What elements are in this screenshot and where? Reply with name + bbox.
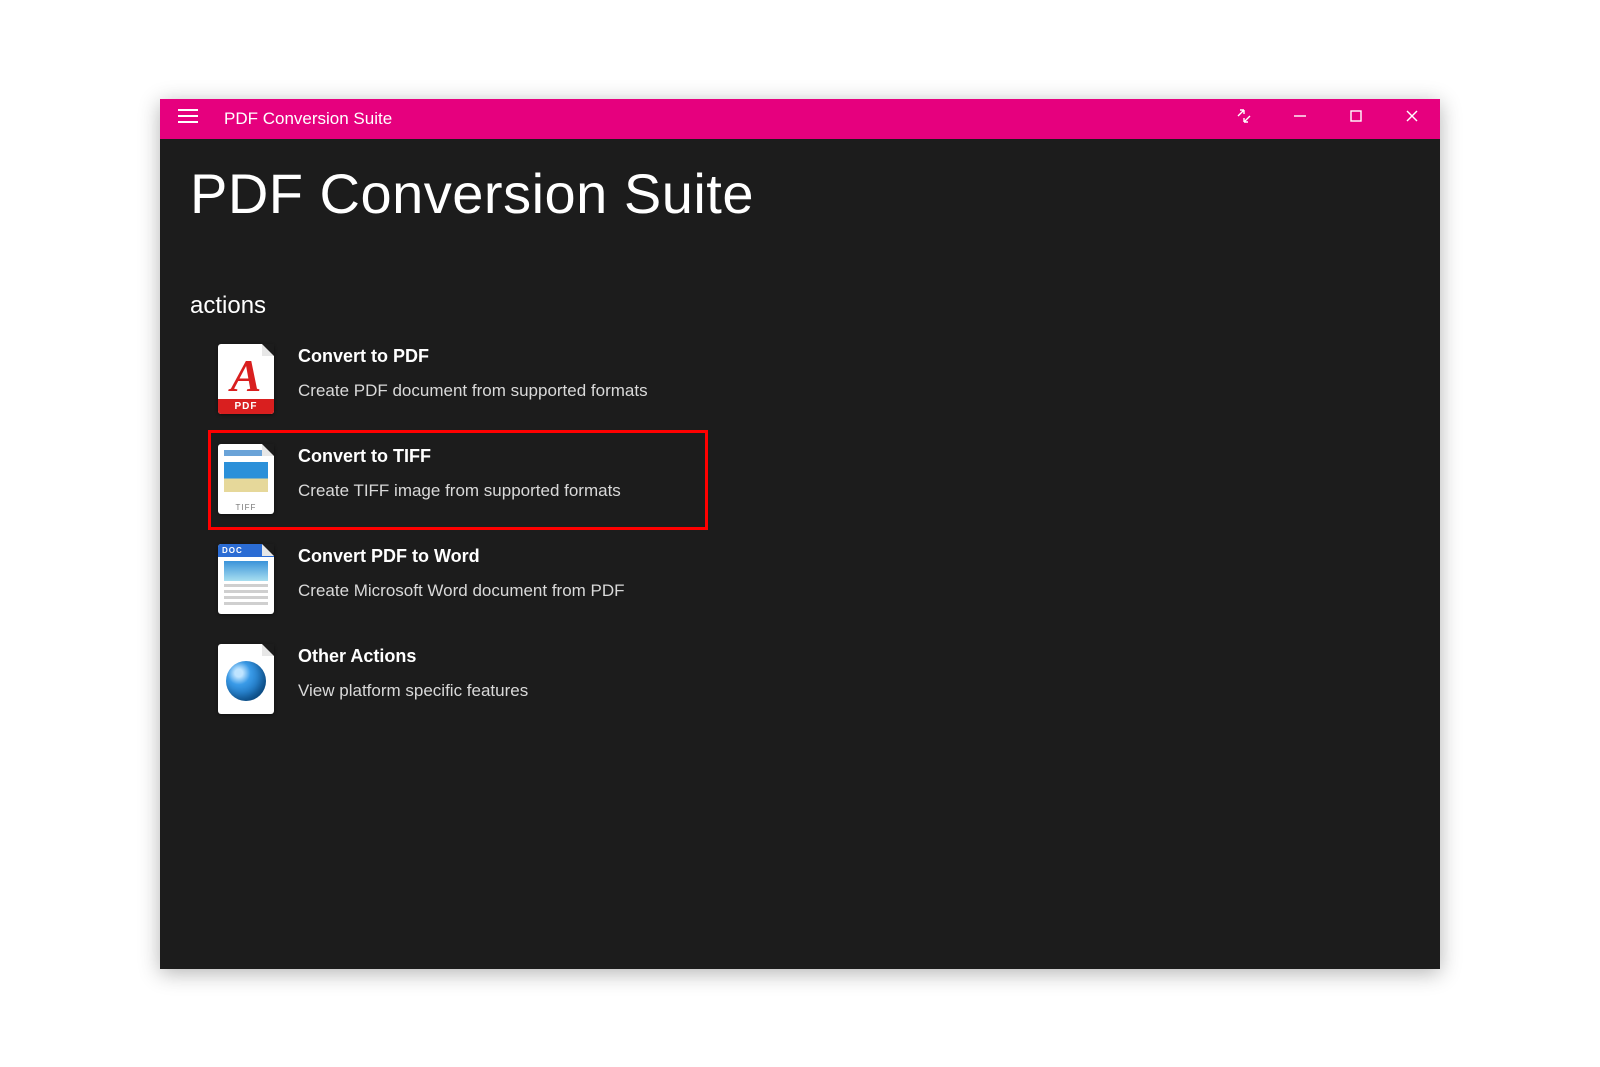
minimize-icon (1292, 108, 1308, 129)
action-text: Other Actions View platform specific fea… (298, 644, 698, 701)
action-text: Convert to TIFF Create TIFF image from s… (298, 444, 698, 501)
action-other-actions[interactable]: Other Actions View platform specific fea… (218, 630, 708, 730)
titlebar: PDF Conversion Suite (160, 99, 1440, 139)
close-button[interactable] (1384, 99, 1440, 139)
action-text: Convert PDF to Word Create Microsoft Wor… (298, 544, 698, 601)
action-text: Convert to PDF Create PDF document from … (298, 344, 698, 401)
close-icon (1404, 108, 1420, 129)
window-controls (1216, 99, 1440, 139)
maximize-icon (1348, 108, 1364, 129)
actions-list: A PDF Convert to PDF Create PDF document… (160, 330, 1440, 730)
fullscreen-button[interactable] (1216, 99, 1272, 139)
page-title: PDF Conversion Suite (160, 159, 1440, 226)
word-file-icon: DOC (218, 544, 276, 616)
app-window: PDF Conversion Suite (160, 99, 1440, 969)
hamburger-icon (178, 108, 198, 129)
action-convert-to-tiff[interactable]: TIFF Convert to TIFF Create TIFF image f… (208, 430, 708, 530)
action-description: View platform specific features (298, 681, 698, 701)
action-description: Create Microsoft Word document from PDF (298, 581, 698, 601)
expand-icon (1236, 108, 1252, 129)
maximize-button[interactable] (1328, 99, 1384, 139)
action-title: Convert to TIFF (298, 446, 698, 467)
action-description: Create TIFF image from supported formats (298, 481, 698, 501)
tiff-file-icon: TIFF (218, 444, 276, 516)
action-convert-pdf-to-word[interactable]: DOC Convert PDF to Word Create Microsoft… (218, 530, 708, 630)
section-label-actions: actions (160, 292, 1440, 320)
action-title: Convert PDF to Word (298, 546, 698, 567)
titlebar-app-name: PDF Conversion Suite (216, 109, 392, 129)
main-content: PDF Conversion Suite actions A PDF Conve… (160, 139, 1440, 730)
globe-file-icon (218, 644, 276, 716)
action-convert-to-pdf[interactable]: A PDF Convert to PDF Create PDF document… (218, 330, 708, 430)
action-title: Other Actions (298, 646, 698, 667)
action-title: Convert to PDF (298, 346, 698, 367)
minimize-button[interactable] (1272, 99, 1328, 139)
hamburger-menu-button[interactable] (160, 99, 216, 139)
action-description: Create PDF document from supported forma… (298, 381, 698, 401)
pdf-file-icon: A PDF (218, 344, 276, 416)
